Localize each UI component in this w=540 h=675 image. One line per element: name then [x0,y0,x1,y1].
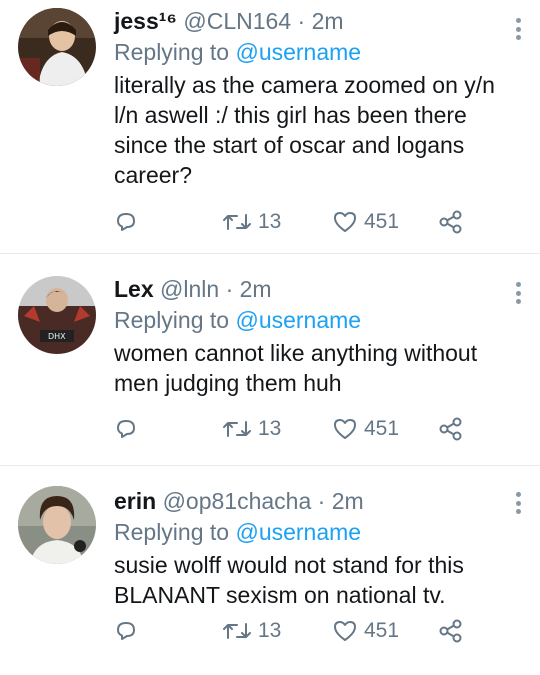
avatar[interactable]: DHX [18,276,96,354]
reply-button[interactable] [114,210,138,234]
replying-to: Replying to @username [114,517,504,548]
share-icon [439,619,462,643]
tweet[interactable]: DHX Lex @lnln · 2m Replying to @username… [0,254,540,466]
user-handle[interactable]: @op81chacha [163,488,312,514]
like-button[interactable]: 451 [332,619,399,643]
display-name[interactable]: Lex [114,276,154,302]
share-icon [439,417,462,441]
action-bar: 13 451 [114,616,474,646]
like-count: 451 [364,210,400,233]
reply-button[interactable] [114,619,138,643]
reply-icon [117,213,135,231]
heart-icon [334,621,356,641]
user-handle[interactable]: @CLN164 [183,8,291,34]
mention-link[interactable]: @username [235,307,361,333]
tweet-text: literally as the camera zoomed on y/n l/… [114,72,495,188]
replying-to-label: Replying to [114,519,230,545]
retweet-count: 13 [258,210,282,233]
retweet-icon [223,623,251,639]
reply-icon [117,420,135,438]
display-name[interactable]: jess¹⁶ [114,8,177,34]
retweet-icon [223,214,251,230]
replying-to-label: Replying to [114,307,230,333]
separator: · [317,488,326,514]
mention-link[interactable]: @username [235,39,361,65]
like-count: 451 [364,417,400,440]
avatar[interactable] [18,486,96,564]
replying-to: Replying to @username [114,305,504,336]
svg-text:DHX: DHX [48,332,66,341]
separator: · [297,8,306,34]
timestamp[interactable]: 2m [312,8,344,34]
like-button[interactable]: 451 [332,417,399,441]
user-handle[interactable]: @lnln [160,276,219,302]
like-button[interactable]: 451 [332,210,399,234]
timestamp[interactable]: 2m [332,488,364,514]
tweet-body: erin @op81chacha · 2m Replying to @usern… [114,486,504,610]
like-count: 451 [364,619,400,642]
retweet-count: 13 [258,619,282,642]
action-bar: 13 451 [114,414,474,444]
tweet-header: Lex @lnln · 2m [114,274,504,305]
tweet-body: Lex @lnln · 2m Replying to @username wom… [114,274,504,398]
replying-to: Replying to @username [114,37,504,68]
share-icon [439,210,462,234]
separator: · [225,276,234,302]
share-button[interactable] [438,209,464,235]
action-bar: 13 451 [114,207,474,237]
tweet-header: jess¹⁶ @CLN164 · 2m [114,6,504,37]
mention-link[interactable]: @username [235,519,361,545]
reply-button[interactable] [114,417,138,441]
retweet-icon [223,421,251,437]
share-button[interactable] [438,416,464,442]
tweet[interactable]: erin @op81chacha · 2m Replying to @usern… [0,466,540,675]
tweet-text: susie wolff would not stand for this BLA… [114,552,464,608]
tweet-header: erin @op81chacha · 2m [114,486,504,517]
display-name[interactable]: erin [114,488,156,514]
reply-icon [117,622,135,640]
reply-feed: jess¹⁶ @CLN164 · 2m Replying to @usernam… [0,0,540,675]
tweet-text: women cannot like anything without men j… [114,340,478,396]
heart-icon [334,212,356,232]
avatar[interactable] [18,8,96,86]
tweet[interactable]: jess¹⁶ @CLN164 · 2m Replying to @usernam… [0,0,540,254]
heart-icon [334,419,356,439]
retweet-button[interactable]: 13 [222,417,281,441]
retweet-button[interactable]: 13 [222,210,281,234]
timestamp[interactable]: 2m [240,276,272,302]
tweet-body: jess¹⁶ @CLN164 · 2m Replying to @usernam… [114,6,504,190]
retweet-count: 13 [258,417,282,440]
retweet-button[interactable]: 13 [222,619,281,643]
replying-to-label: Replying to [114,39,230,65]
share-button[interactable] [438,618,464,644]
more-options-icon[interactable] [508,276,528,310]
more-options-icon[interactable] [508,486,528,520]
more-options-icon[interactable] [508,12,528,46]
